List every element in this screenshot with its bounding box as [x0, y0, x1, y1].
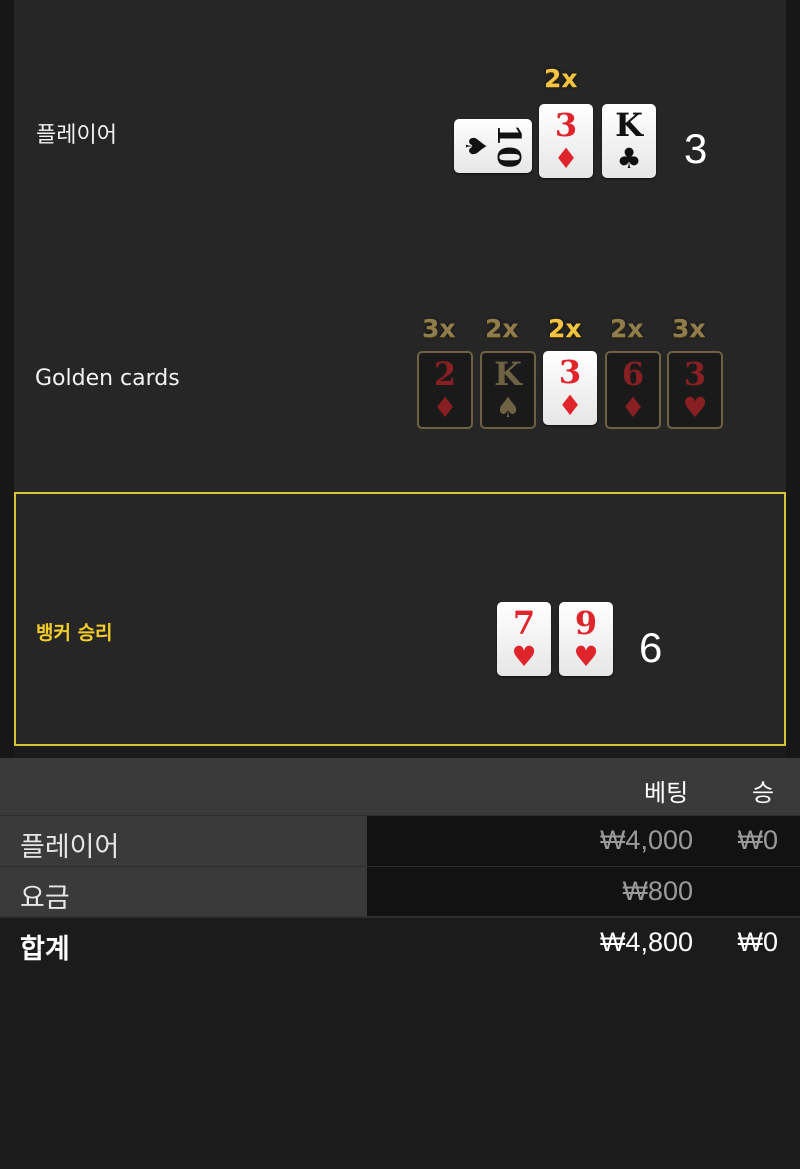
golden-card-5: 3 ♥ [667, 351, 723, 429]
golden-card-1: 2 ♦ [417, 351, 473, 429]
total-bet: ₩4,800 [599, 927, 693, 957]
card-rank: 3 [558, 353, 582, 391]
row-win: ₩0 [737, 825, 779, 855]
diamond-icon: ♦ [620, 391, 646, 424]
golden-multiplier-1: 3x [422, 314, 456, 343]
card-rank: 3 [683, 355, 707, 393]
row-bet: ₩4,000 [599, 825, 693, 855]
card-rank: 6 [621, 355, 645, 393]
golden-card-3: 3 ♦ [543, 351, 597, 425]
golden-multiplier-4: 2x [610, 314, 644, 343]
diamond-icon: ♦ [432, 391, 458, 424]
card-rank: K [494, 355, 522, 393]
diamond-icon: ♦ [557, 389, 583, 422]
heart-icon: ♥ [682, 391, 708, 424]
card-rank: 10 [490, 123, 528, 169]
row-values-cell [367, 816, 800, 866]
row-bet: ₩800 [622, 876, 693, 906]
spade-icon: ♠ [495, 391, 521, 424]
table-row: 요금 ₩800 [0, 867, 800, 917]
banker-panel [14, 492, 786, 746]
row-values-cell [367, 867, 800, 917]
golden-multiplier-2: 2x [485, 314, 519, 343]
heart-icon: ♥ [573, 640, 599, 673]
row-name: 요금 [20, 883, 70, 913]
diamond-icon: ♦ [553, 142, 579, 175]
heart-icon: ♥ [511, 640, 537, 673]
banker-card-1: 7 ♥ [497, 602, 551, 676]
total-label: 합계 [20, 934, 70, 964]
banker-win-label: 뱅커 승리 [36, 622, 113, 644]
golden-multiplier-5: 3x [672, 314, 706, 343]
bet-column-header: 베팅 [644, 780, 689, 807]
player-panel [14, 0, 786, 240]
row-name: 플레이어 [20, 832, 120, 862]
player-card-2: 3 ♦ [539, 104, 593, 178]
spade-icon: ♠ [459, 133, 492, 159]
card-rank: 3 [554, 106, 578, 144]
right-edge [786, 0, 800, 758]
player-total: 3 [684, 125, 708, 172]
card-rank: 9 [574, 604, 598, 642]
table-row: 플레이어 ₩4,000 ₩0 [0, 816, 800, 866]
player-label: 플레이어 [36, 123, 117, 148]
card-rank: 7 [512, 604, 536, 642]
player-multiplier: 2x [544, 64, 578, 93]
win-column-header: 승 [752, 780, 775, 807]
golden-cards-label: Golden cards [35, 366, 180, 391]
table-total-row: 합계 ₩4,800 ₩0 [0, 918, 800, 968]
total-win: ₩0 [737, 927, 779, 957]
golden-multiplier-3: 2x [548, 314, 582, 343]
player-card-1: 10 ♠ [454, 119, 532, 173]
card-rank: 2 [433, 355, 457, 393]
player-card-3: K ♣ [602, 104, 656, 178]
left-edge [0, 0, 14, 758]
club-icon: ♣ [616, 142, 642, 175]
banker-total: 6 [639, 624, 663, 671]
golden-card-4: 6 ♦ [605, 351, 661, 429]
banker-card-2: 9 ♥ [559, 602, 613, 676]
golden-card-2: K ♠ [480, 351, 536, 429]
card-rank: K [615, 106, 643, 144]
